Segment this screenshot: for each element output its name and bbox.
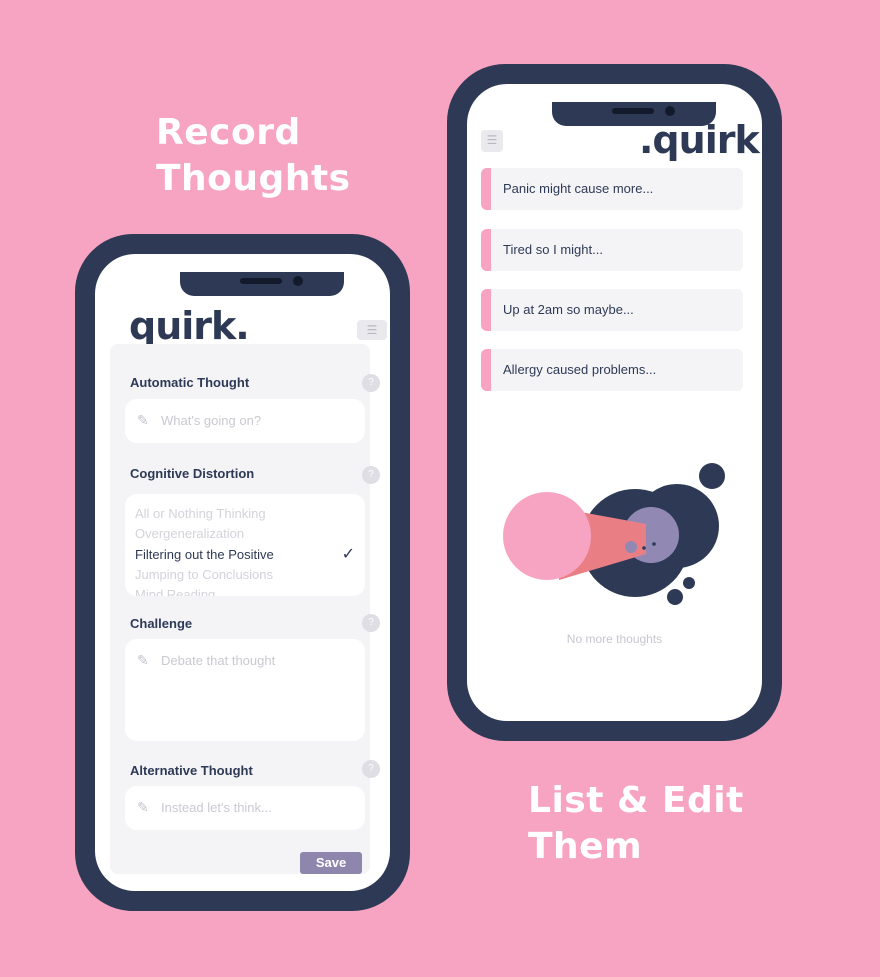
placeholder: Debate that thought [161,653,276,668]
help-icon[interactable]: ? [362,614,380,632]
pencil-icon: ✎ [137,412,149,428]
promo-line: List & Edit [528,780,744,821]
bubble [683,577,695,589]
thought-card[interactable]: Allergy caused problems... [481,349,743,391]
distortion-option-selected[interactable]: Filtering out the Positive [135,547,274,562]
thought-text: Panic might cause more... [503,181,654,196]
promo-record-thoughts: Record Thoughts [156,110,351,202]
promo-line: Record [156,112,301,153]
bubble [667,589,683,605]
character-eye [642,546,646,550]
speaker [240,278,282,284]
app-logo: quirk. [129,304,250,348]
distortion-option[interactable]: Jumping to Conclusions [135,567,273,582]
challenge-label: Challenge [130,616,193,631]
pink-cloud [503,492,591,580]
empty-message: No more thoughts [566,632,663,646]
menu-button[interactable]: ☰ [481,130,503,152]
thought-accent-bar [481,229,491,271]
camera [293,276,303,286]
alternative-thought-input[interactable]: ✎ Instead let's think... [125,786,365,830]
empty-state-illustration [503,463,725,605]
promo-line: Them [528,826,643,867]
automatic-thought-input[interactable]: ✎ What's going on? [125,399,365,443]
thought-card[interactable]: Tired so I might... [481,229,743,271]
thought-text: Up at 2am so maybe... [503,302,634,317]
help-icon[interactable]: ? [362,466,380,484]
thought-text: Allergy caused problems... [503,362,657,377]
pencil-icon: ✎ [137,652,149,668]
phone-notch [180,272,344,296]
menu-icon: ☰ [486,133,498,147]
thought-accent-bar [481,349,491,391]
help-icon[interactable]: ? [362,374,380,392]
promo-line: Thoughts [156,158,351,199]
challenge-input[interactable]: ✎ Debate that thought [125,639,365,741]
distortion-option[interactable]: Mind Reading [135,587,215,596]
save-button[interactable]: Save [300,852,362,874]
thought-card[interactable]: Up at 2am so maybe... [481,289,743,331]
character-eye [652,542,656,546]
distortion-option[interactable]: All or Nothing Thinking [135,506,266,521]
record-screen: quirk. ☰ Automatic Thought ? ✎ What's go… [95,254,390,891]
alternative-thought-label: Alternative Thought [130,763,253,778]
automatic-thought-label: Automatic Thought [130,375,250,390]
character-hand [625,541,637,553]
thought-card[interactable]: Panic might cause more... [481,168,743,210]
thought-text: Tired so I might... [503,242,603,257]
check-icon: ✓ [341,546,355,563]
app-logo: .quirk [639,118,760,162]
promo-list-edit: List & Edit Them [528,778,744,870]
pencil-icon: ✎ [137,799,149,815]
distortion-option[interactable]: Overgeneralization [135,526,244,541]
placeholder: What's going on? [161,413,262,428]
phone-record: quirk. ☰ Automatic Thought ? ✎ What's go… [75,234,410,911]
thought-accent-bar [481,168,491,210]
list-screen: ☰ .quirk Panic might cause more... Tired… [467,84,762,721]
thought-accent-bar [481,289,491,331]
speaker [612,108,654,114]
cognitive-distortion-label: Cognitive Distortion [130,466,255,481]
help-icon[interactable]: ? [362,760,380,778]
distortion-picker[interactable]: All or Nothing Thinking Overgeneralizati… [125,494,365,596]
phone-list: ☰ .quirk Panic might cause more... Tired… [447,64,782,741]
camera [665,106,675,116]
menu-icon: ☰ [366,323,378,337]
menu-button[interactable]: ☰ [357,320,387,340]
placeholder: Instead let's think... [161,800,272,815]
bubble [699,463,725,489]
